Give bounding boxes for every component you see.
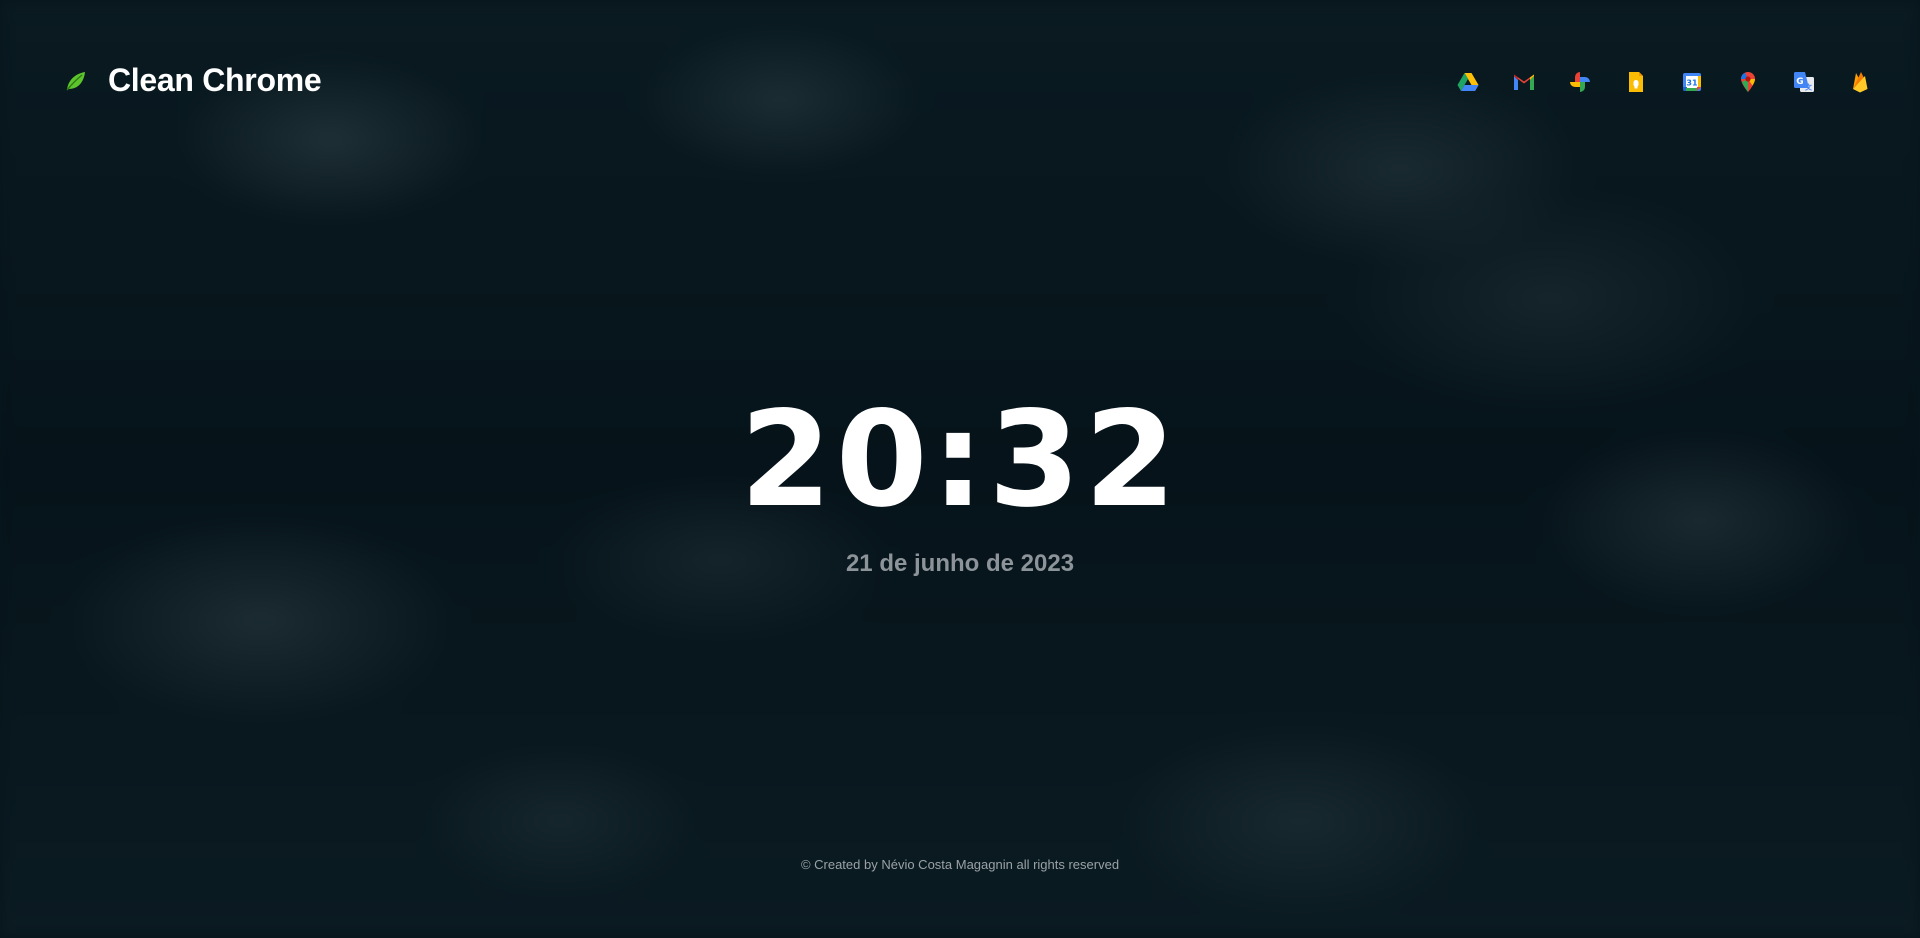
google-maps-icon[interactable]: [1736, 70, 1760, 94]
footer-credit: © Created by Névio Costa Magagnin all ri…: [800, 857, 1120, 872]
google-translate-icon[interactable]: G 文: [1792, 70, 1816, 94]
header: Clean Chrome 31 G 文: [0, 0, 1920, 168]
gmail-icon[interactable]: [1512, 70, 1536, 94]
app-title: Clean Chrome: [108, 62, 322, 98]
clock-widget: 20:32 21 de junho de 2023: [0, 390, 1920, 578]
firebase-icon[interactable]: [1848, 70, 1872, 94]
app-shortcuts: 31 G 文: [1456, 70, 1872, 94]
clock-time: 20:32: [739, 383, 1181, 537]
leaf-icon: [64, 69, 88, 93]
google-calendar-icon[interactable]: 31: [1680, 70, 1704, 94]
google-photos-icon[interactable]: [1568, 70, 1592, 94]
svg-text:文: 文: [1805, 83, 1813, 92]
google-keep-icon[interactable]: [1624, 70, 1648, 94]
svg-text:G: G: [1796, 77, 1803, 87]
svg-text:31: 31: [1686, 79, 1698, 88]
google-drive-icon[interactable]: [1456, 70, 1480, 94]
clock-date: 21 de junho de 2023: [845, 550, 1075, 577]
brand: Clean Chrome: [64, 62, 322, 99]
